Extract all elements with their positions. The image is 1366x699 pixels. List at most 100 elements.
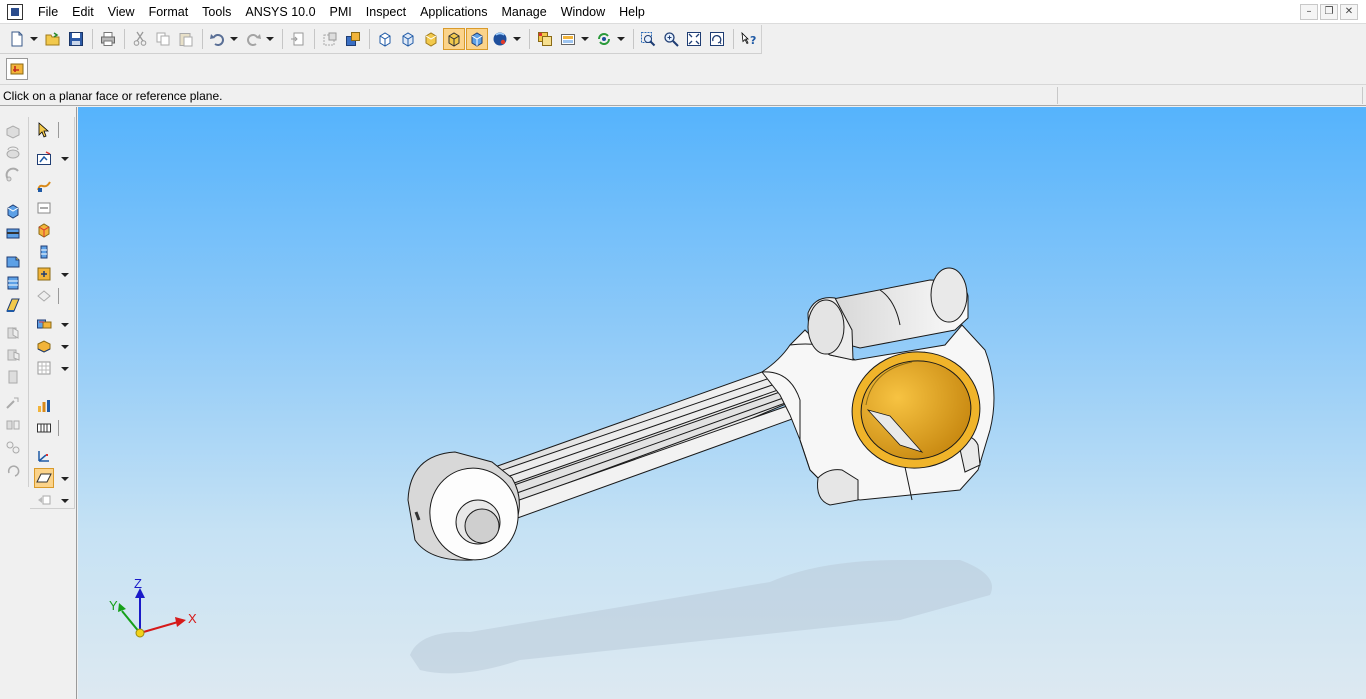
revolve-button[interactable]: [3, 143, 23, 163]
separator: [123, 29, 125, 49]
restore-button[interactable]: ❐: [1320, 4, 1338, 20]
rotate-button[interactable]: [706, 28, 728, 50]
views-button[interactable]: [557, 28, 579, 50]
table-button[interactable]: [34, 358, 54, 378]
table-dropdown[interactable]: [61, 367, 69, 373]
menu-applications[interactable]: Applications: [413, 0, 494, 24]
menu-format[interactable]: Format: [142, 0, 196, 24]
undo-dropdown[interactable]: [229, 28, 239, 50]
menu-tools[interactable]: Tools: [195, 0, 238, 24]
shaded-edges-button[interactable]: [442, 28, 465, 50]
snap-button[interactable]: [319, 28, 341, 50]
assembly-dropdown[interactable]: [61, 323, 69, 329]
wireframe-button[interactable]: [374, 28, 396, 50]
scale-icon: [6, 397, 19, 409]
menu-file[interactable]: File: [31, 0, 65, 24]
sweep-button[interactable]: [3, 165, 23, 185]
subtract-button[interactable]: [3, 367, 23, 387]
new-button[interactable]: [6, 28, 28, 50]
redo-button[interactable]: [242, 28, 264, 50]
part-button[interactable]: [34, 336, 54, 356]
close-button[interactable]: ✕: [1340, 4, 1358, 20]
shaded-view-button[interactable]: [465, 28, 488, 50]
pattern-button[interactable]: [3, 273, 23, 293]
sweep-icon: [5, 167, 19, 182]
copy-button[interactable]: [152, 28, 174, 50]
app-icon[interactable]: [7, 3, 23, 20]
help-button[interactable]: ?: [738, 28, 760, 50]
layout-dropdown[interactable]: [61, 499, 69, 505]
wireframe-icon: [379, 32, 391, 47]
hidden-line-button[interactable]: [397, 28, 419, 50]
refresh-dropdown[interactable]: [616, 28, 626, 50]
hole-button[interactable]: [3, 223, 23, 243]
separator: [58, 122, 59, 138]
menu-view[interactable]: View: [101, 0, 142, 24]
rotate-feature-button[interactable]: [3, 461, 23, 481]
feature-button[interactable]: [34, 264, 54, 284]
draft-button[interactable]: [3, 295, 23, 315]
chart-button[interactable]: [34, 396, 54, 416]
menu-ansys[interactable]: ANSYS 10.0: [238, 0, 322, 24]
mirror-button[interactable]: [3, 415, 23, 435]
sketch-dimension-button[interactable]: [34, 198, 54, 218]
hidden-line-icon: [402, 32, 414, 47]
save-button[interactable]: [65, 28, 87, 50]
zoom-area-button[interactable]: [638, 28, 660, 50]
redo-dropdown[interactable]: [265, 28, 275, 50]
wcs-button[interactable]: [34, 446, 54, 466]
refresh-button[interactable]: [593, 28, 615, 50]
select-button[interactable]: [34, 120, 54, 140]
blend-button[interactable]: [3, 251, 23, 271]
sketch-button[interactable]: [6, 58, 28, 80]
menu-inspect[interactable]: Inspect: [359, 0, 413, 24]
layers-button[interactable]: [534, 28, 556, 50]
feature-dropdown[interactable]: [61, 273, 69, 279]
undo-button[interactable]: [207, 28, 229, 50]
model-scene: Z X Y: [109, 267, 995, 674]
views-dropdown[interactable]: [580, 28, 590, 50]
subtract-icon: [8, 370, 18, 384]
extrude-button[interactable]: [3, 201, 23, 221]
shaded-icon: [425, 32, 437, 47]
graphics-viewport[interactable]: Z X Y: [78, 107, 1366, 699]
layout-button[interactable]: [34, 490, 54, 510]
appearance-button[interactable]: [489, 28, 511, 50]
shell-button[interactable]: [3, 121, 23, 141]
face-plane-dropdown[interactable]: [61, 477, 69, 483]
zoom-button[interactable]: [660, 28, 682, 50]
menu-window[interactable]: Window: [554, 0, 612, 24]
appearance-dropdown[interactable]: [512, 28, 522, 50]
assembly-button[interactable]: [34, 314, 54, 334]
cylinder-button[interactable]: [34, 242, 54, 262]
menu-manage[interactable]: Manage: [495, 0, 554, 24]
sketch-curves-button[interactable]: [34, 176, 54, 196]
unite-button[interactable]: [3, 345, 23, 365]
scale-button[interactable]: [3, 393, 23, 413]
menu-edit[interactable]: Edit: [65, 0, 101, 24]
sketch-plane-dropdown[interactable]: [61, 157, 69, 163]
part-dropdown[interactable]: [61, 345, 69, 351]
fit-button[interactable]: [683, 28, 705, 50]
print-button[interactable]: [97, 28, 119, 50]
menu-help[interactable]: Help: [612, 0, 652, 24]
cut-button[interactable]: [129, 28, 151, 50]
block-button[interactable]: [34, 220, 54, 240]
minimize-button[interactable]: –: [1300, 4, 1318, 20]
move-button[interactable]: [3, 437, 23, 457]
face-plane-button[interactable]: [34, 468, 54, 488]
prompt-divider: [1057, 87, 1058, 104]
grid-button[interactable]: [34, 418, 54, 438]
shaded-button[interactable]: [420, 28, 442, 50]
paste-button[interactable]: [175, 28, 197, 50]
prompt-text: Click on a planar face or reference plan…: [3, 89, 223, 103]
import-button[interactable]: [287, 28, 309, 50]
component-button[interactable]: [342, 28, 364, 50]
sketch-plane-button[interactable]: [34, 148, 54, 168]
rod-shaft: [491, 371, 802, 521]
trim-button[interactable]: [3, 323, 23, 343]
datum-button[interactable]: [34, 286, 54, 306]
new-dropdown[interactable]: [29, 28, 39, 50]
open-button[interactable]: [42, 28, 64, 50]
menu-pmi[interactable]: PMI: [323, 0, 359, 24]
